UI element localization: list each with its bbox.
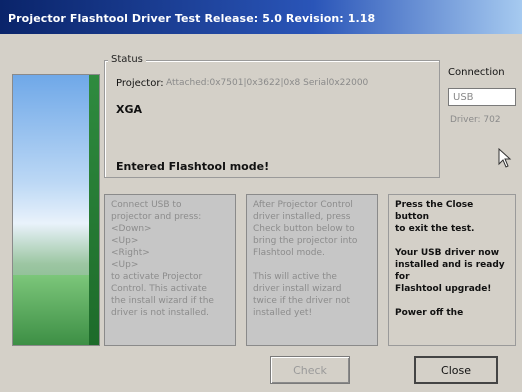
connection-label: Connection — [448, 67, 505, 78]
panel-line: twice if the driver not — [253, 296, 350, 306]
driver-version: Driver: 702 — [450, 115, 501, 125]
panel-line: driver install wizard — [253, 284, 342, 294]
instructions-panel-close: Press the Close button to exit the test.… — [388, 194, 516, 346]
panel-line: Check button below to — [253, 224, 355, 234]
panel-line: <Down> — [111, 224, 152, 234]
panel-line: <Up> — [111, 260, 139, 270]
flashtool-window: Projector Flashtool Driver Test Release:… — [0, 0, 522, 392]
panel-line: the install wizard if the — [111, 296, 214, 306]
panel-spacer — [395, 295, 509, 307]
panel-line: installed yet! — [253, 308, 313, 318]
panel-line: bring the projector into — [253, 236, 358, 246]
panel-line: installed and is ready — [395, 260, 505, 270]
panel-line: <Right> — [111, 248, 150, 258]
panel-line: Flashtool upgrade! — [395, 284, 492, 294]
panel-line: Control. This activate — [111, 284, 207, 294]
panel-line: Connect USB to — [111, 200, 182, 210]
panel-line: Press the Close — [395, 200, 474, 210]
panel-line: driver is not installed. — [111, 308, 210, 318]
status-message: Entered Flashtool mode! — [116, 160, 270, 173]
connection-field[interactable] — [448, 88, 516, 106]
close-button[interactable]: Close — [414, 356, 498, 384]
panel-line: button — [395, 212, 430, 222]
projector-info: Attached:0x7501|0x3622|0x8 Serial0x22000 — [166, 78, 369, 88]
panel-line: <Up> — [111, 236, 139, 246]
panel-spacer — [253, 259, 371, 271]
instructions-panel-connect: Connect USB to projector and press: <Dow… — [104, 194, 236, 346]
banner-grass — [13, 275, 99, 345]
status-legend: Status — [108, 54, 146, 65]
panel-line: projector and press: — [111, 212, 202, 222]
panel-line: driver installed, press — [253, 212, 351, 222]
panel-line: Flashtool mode. — [253, 248, 325, 258]
panel-line: to exit the test. — [395, 224, 475, 234]
panel-spacer — [395, 235, 509, 247]
panel-line: to activate Projector — [111, 272, 203, 282]
instructions-panel-check: After Projector Control driver installed… — [246, 194, 378, 346]
projector-label: Projector: — [116, 78, 164, 89]
panel-line: Your USB driver now — [395, 248, 500, 258]
mouse-pointer-icon — [498, 148, 512, 168]
title-bar[interactable]: Projector Flashtool Driver Test Release:… — [0, 0, 522, 34]
check-button[interactable]: Check — [270, 356, 350, 384]
window-title: Projector Flashtool Driver Test Release:… — [8, 12, 376, 25]
panel-line: for — [395, 272, 410, 282]
panel-line: This will active the — [253, 272, 337, 282]
panel-line: After Projector Control — [253, 200, 353, 210]
resolution-text: XGA — [116, 103, 143, 116]
panel-line: Power off the — [395, 308, 464, 318]
landscape-banner-image — [12, 74, 100, 346]
banner-stripe — [89, 75, 99, 345]
